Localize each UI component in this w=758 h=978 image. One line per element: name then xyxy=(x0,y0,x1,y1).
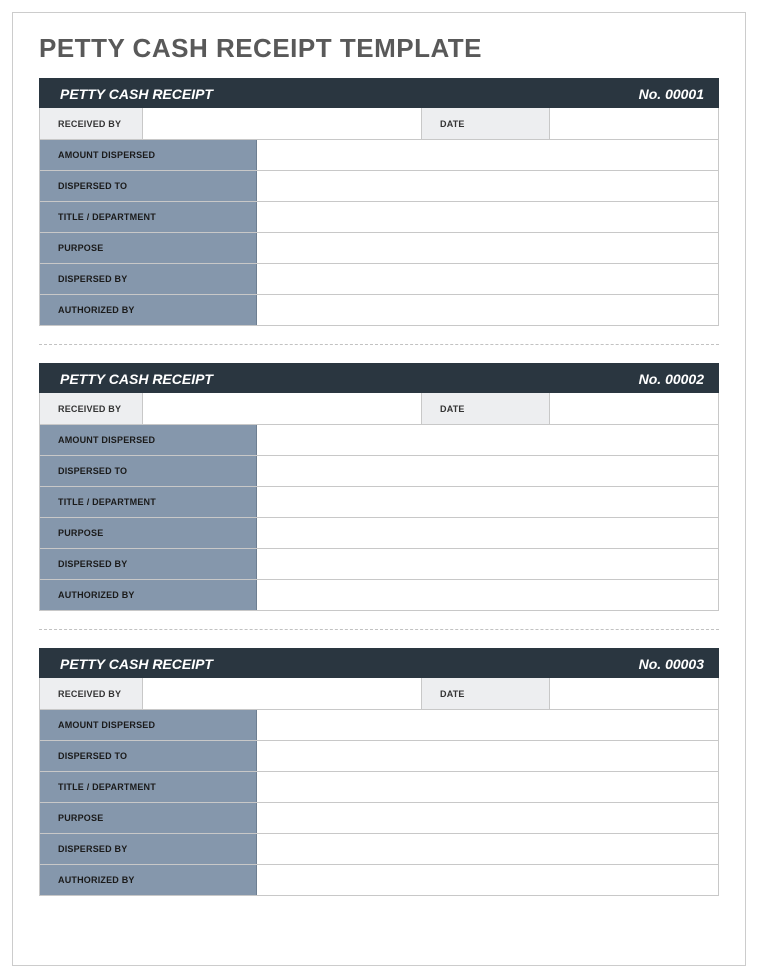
field-label: DISPERSED TO xyxy=(40,456,257,486)
received-by-value[interactable] xyxy=(143,108,422,140)
receipt-fields: AMOUNT DISPERSEDDISPERSED TOTITLE / DEPA… xyxy=(39,710,719,896)
receipt-header-title: PETTY CASH RECEIPT xyxy=(60,371,213,387)
field-value[interactable] xyxy=(257,710,718,740)
receipt-header-title: PETTY CASH RECEIPT xyxy=(60,86,213,102)
field-value[interactable] xyxy=(257,140,718,170)
field-value[interactable] xyxy=(257,456,718,486)
field-label: DISPERSED TO xyxy=(40,741,257,771)
field-value[interactable] xyxy=(257,202,718,232)
field-label: PURPOSE xyxy=(40,233,257,263)
receipt-header: PETTY CASH RECEIPT No. 00003 xyxy=(39,648,719,678)
date-value[interactable] xyxy=(550,393,718,425)
field-label: AMOUNT DISPERSED xyxy=(40,140,257,170)
field-label: DISPERSED BY xyxy=(40,834,257,864)
receipt-fields: AMOUNT DISPERSEDDISPERSED TOTITLE / DEPA… xyxy=(39,425,719,611)
field-label: AMOUNT DISPERSED xyxy=(40,425,257,455)
field-value[interactable] xyxy=(257,803,718,833)
field-row: AMOUNT DISPERSED xyxy=(40,710,718,741)
field-label: AMOUNT DISPERSED xyxy=(40,710,257,740)
field-value[interactable] xyxy=(257,264,718,294)
field-label: AUTHORIZED BY xyxy=(40,580,257,610)
field-value[interactable] xyxy=(257,487,718,517)
received-by-label: RECEIVED BY xyxy=(40,108,143,140)
field-row: AMOUNT DISPERSED xyxy=(40,140,718,171)
receipt-fields: AMOUNT DISPERSEDDISPERSED TOTITLE / DEPA… xyxy=(39,140,719,326)
field-value[interactable] xyxy=(257,834,718,864)
date-label: DATE xyxy=(422,108,550,140)
field-value[interactable] xyxy=(257,171,718,201)
receipt-header: PETTY CASH RECEIPT No. 00002 xyxy=(39,363,719,393)
receipt-header: PETTY CASH RECEIPT No. 00001 xyxy=(39,78,719,108)
receipt-top-row: RECEIVED BY DATE xyxy=(39,393,719,425)
field-label: PURPOSE xyxy=(40,803,257,833)
field-value[interactable] xyxy=(257,549,718,579)
receipt-top-row: RECEIVED BY DATE xyxy=(39,108,719,140)
field-value[interactable] xyxy=(257,295,718,325)
date-label: DATE xyxy=(422,678,550,710)
field-label: PURPOSE xyxy=(40,518,257,548)
date-label: DATE xyxy=(422,393,550,425)
field-row: DISPERSED BY xyxy=(40,834,718,865)
field-label: AUTHORIZED BY xyxy=(40,865,257,895)
field-value[interactable] xyxy=(257,865,718,895)
field-row: DISPERSED TO xyxy=(40,171,718,202)
field-label: TITLE / DEPARTMENT xyxy=(40,202,257,232)
received-by-value[interactable] xyxy=(143,393,422,425)
receipt-block: PETTY CASH RECEIPT No. 00002 RECEIVED BY DA… xyxy=(39,363,719,611)
field-row: DISPERSED BY xyxy=(40,264,718,295)
page-title: PETTY CASH RECEIPT TEMPLATE xyxy=(39,33,719,64)
received-by-value[interactable] xyxy=(143,678,422,710)
field-value[interactable] xyxy=(257,518,718,548)
receipt-header-number: No. 00003 xyxy=(639,656,704,672)
receipt-block: PETTY CASH RECEIPT No. 00001 RECEIVED BY DA… xyxy=(39,78,719,326)
field-row: PURPOSE xyxy=(40,233,718,264)
field-row: TITLE / DEPARTMENT xyxy=(40,772,718,803)
field-row: AMOUNT DISPERSED xyxy=(40,425,718,456)
page-container: PETTY CASH RECEIPT TEMPLATE PETTY CASH R… xyxy=(12,12,746,966)
field-label: TITLE / DEPARTMENT xyxy=(40,487,257,517)
receipt-header-title: PETTY CASH RECEIPT xyxy=(60,656,213,672)
receipt-divider xyxy=(39,344,719,345)
receipt-block: PETTY CASH RECEIPT No. 00003 RECEIVED BY DA… xyxy=(39,648,719,896)
field-label: DISPERSED BY xyxy=(40,549,257,579)
field-row: PURPOSE xyxy=(40,803,718,834)
field-label: TITLE / DEPARTMENT xyxy=(40,772,257,802)
field-label: DISPERSED BY xyxy=(40,264,257,294)
field-value[interactable] xyxy=(257,772,718,802)
date-value[interactable] xyxy=(550,678,718,710)
field-value[interactable] xyxy=(257,233,718,263)
receipt-header-number: No. 00002 xyxy=(639,371,704,387)
field-row: TITLE / DEPARTMENT xyxy=(40,487,718,518)
field-row: PURPOSE xyxy=(40,518,718,549)
field-row: AUTHORIZED BY xyxy=(40,295,718,326)
field-value[interactable] xyxy=(257,580,718,610)
date-value[interactable] xyxy=(550,108,718,140)
receipt-top-row: RECEIVED BY DATE xyxy=(39,678,719,710)
field-row: DISPERSED TO xyxy=(40,741,718,772)
field-row: AUTHORIZED BY xyxy=(40,865,718,896)
field-value[interactable] xyxy=(257,741,718,771)
field-label: DISPERSED TO xyxy=(40,171,257,201)
field-row: DISPERSED TO xyxy=(40,456,718,487)
received-by-label: RECEIVED BY xyxy=(40,678,143,710)
field-row: DISPERSED BY xyxy=(40,549,718,580)
receipts-container: PETTY CASH RECEIPT No. 00001 RECEIVED BY DA… xyxy=(39,78,719,896)
received-by-label: RECEIVED BY xyxy=(40,393,143,425)
field-row: AUTHORIZED BY xyxy=(40,580,718,611)
receipt-divider xyxy=(39,629,719,630)
field-row: TITLE / DEPARTMENT xyxy=(40,202,718,233)
field-value[interactable] xyxy=(257,425,718,455)
field-label: AUTHORIZED BY xyxy=(40,295,257,325)
receipt-header-number: No. 00001 xyxy=(639,86,704,102)
